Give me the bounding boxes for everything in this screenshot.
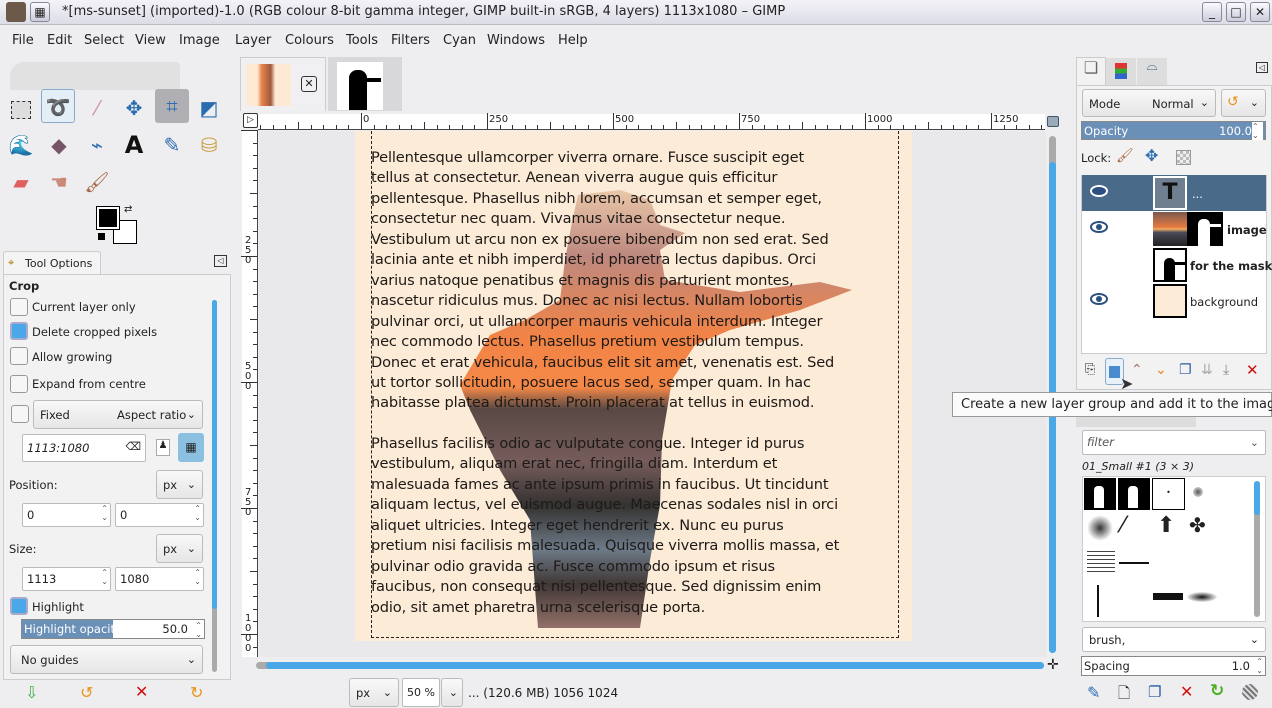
brush-item-selected[interactable]: • xyxy=(1152,478,1185,510)
text-line: aliquam lectus, vel euismod augue. Maece… xyxy=(371,496,839,514)
tab-layers[interactable]: ❏ xyxy=(1076,57,1106,85)
layer-mask-thumbnail xyxy=(1187,212,1223,246)
zoom-input[interactable]: 50 % xyxy=(402,678,440,707)
zoom-dropdown[interactable]: ⌄ xyxy=(441,678,463,707)
brush-item[interactable] xyxy=(1084,478,1116,510)
layer-group-icon xyxy=(1109,366,1120,378)
text-line: aliquet ultricies. Integer eget hendreri… xyxy=(371,516,784,534)
brush-item[interactable]: ⬆ xyxy=(1157,513,1175,538)
background-thumbnail xyxy=(1153,284,1187,318)
text-line: nec commodo lectus. Phasellus pretium ve… xyxy=(371,333,804,351)
lock-position-icon[interactable]: ✥ xyxy=(1145,146,1158,165)
text-line: Vestibulum ut arcu non ex posuere bibend… xyxy=(371,230,829,248)
channels-icon xyxy=(1115,63,1127,79)
text-line: habitasse platea dictumst. Proin placera… xyxy=(371,394,815,412)
text-line: pretium nisi facilisis malesuada. Quisqu… xyxy=(371,537,840,555)
brush-item[interactable] xyxy=(1087,515,1113,541)
lower-layer-icon[interactable]: ⌄ xyxy=(1155,362,1167,378)
text-line: lacinia ante et nibh imperdiet, id phare… xyxy=(371,251,817,269)
new-layer-icon[interactable]: ⎘ xyxy=(1085,362,1095,377)
brush-item[interactable]: ✤ xyxy=(1189,513,1206,537)
refresh-brushes-icon[interactable]: ↻ xyxy=(1210,681,1224,701)
for-the-mask-thumbnail xyxy=(1153,248,1187,282)
text-layer-paragraph-1: Pellentesque ullamcorper viverra ornare.… xyxy=(371,148,834,414)
text-line: pulvinar orci, ut ullamcorper mauris veh… xyxy=(371,312,823,330)
navigation-cross-icon[interactable]: ✛ xyxy=(1047,657,1059,673)
status-info: ... (120.6 MB) 1056 1024 xyxy=(468,686,619,700)
layer-mode-dropdown[interactable]: Mode Normal ⌄ xyxy=(1082,89,1216,117)
merge-down-icon[interactable]: ⤓ xyxy=(1223,362,1229,378)
text-line: malesuada fames ac ante ipsum primis in … xyxy=(371,475,829,493)
text-line: pellentesque. Phasellus nibh lorem, accu… xyxy=(371,189,822,207)
horizontal-scrollbar[interactable] xyxy=(256,662,1044,669)
text-line: ut tortor sollicitudin, posuere lacus se… xyxy=(371,373,811,391)
text-line: Donec et erat vehicula, faucibus elit si… xyxy=(371,353,835,371)
text-line: pulvinar odio gravida ac. Fusce commodo … xyxy=(371,557,775,575)
delete-brush-icon[interactable]: ✕ xyxy=(1180,682,1193,701)
text-line: odio, sit amet pharetra urna scelerisque… xyxy=(371,598,706,616)
text-line: Pellentesque ullamcorper viverra ornare.… xyxy=(371,149,805,166)
text-line: faucibus, non consequat nisi pellentesqu… xyxy=(371,578,822,596)
text-line: tellus at consectetur. Aenean viverra au… xyxy=(371,169,778,187)
text-layer-paragraph-2: Phasellus facilisis odio ac vulputate co… xyxy=(371,434,839,618)
delete-layer-icon[interactable]: ✕ xyxy=(1246,361,1259,379)
text-line: vestibulum, aliquam erat nec, fringilla … xyxy=(371,455,778,473)
brush-item[interactable] xyxy=(1097,585,1099,617)
layer-row-image[interactable]: image xyxy=(1082,211,1267,247)
brush-filter-input[interactable]: filter ⌄ xyxy=(1082,430,1266,455)
edit-brush-icon[interactable]: ✎ xyxy=(1087,683,1100,702)
brush-spacing-slider[interactable]: Spacing 1.0 ⌃ ⌄ xyxy=(1081,656,1266,676)
duplicate-layer-icon[interactable]: ❐ xyxy=(1179,362,1192,378)
layer-opacity-slider[interactable]: Opacity 100.0 ⌃ ⌄ xyxy=(1081,121,1266,140)
duplicate-brush-icon[interactable]: ❐ xyxy=(1148,683,1161,701)
unit-dropdown[interactable]: px ⌄ xyxy=(349,678,399,707)
visibility-eye-icon[interactable] xyxy=(1090,293,1108,305)
anchor-layer-icon[interactable]: ⇊ xyxy=(1201,362,1213,378)
text-layer-thumbnail: T xyxy=(1153,176,1187,210)
image-layer-thumbnail xyxy=(1153,212,1187,246)
lock-pixels-icon[interactable]: 🖌 xyxy=(1116,148,1134,164)
brush-item[interactable] xyxy=(1187,592,1217,602)
layer-mode-reset-dropdown[interactable]: ↺ ⌄ xyxy=(1221,89,1266,117)
layer-name: background xyxy=(1190,295,1259,309)
text-line: nascetur ridiculus mus. Donec ac nisi le… xyxy=(371,292,803,310)
brush-item[interactable] xyxy=(1118,478,1150,510)
layer-row-background[interactable]: background xyxy=(1082,283,1266,319)
text-line: Phasellus facilisis odio ac vulputate co… xyxy=(371,435,805,452)
brush-item[interactable] xyxy=(1087,551,1115,573)
layer-name: ... xyxy=(1192,187,1203,201)
open-brush-as-image-icon[interactable] xyxy=(1242,684,1258,700)
brush-item[interactable] xyxy=(1153,593,1183,600)
visibility-eye-icon[interactable] xyxy=(1090,221,1108,233)
current-brush-name: 01_Small #1 (3 × 3) xyxy=(1082,460,1195,473)
text-line: varius natoque penatibus et magnis dis p… xyxy=(371,271,794,289)
visibility-eye-icon[interactable] xyxy=(1090,185,1108,197)
raise-layer-icon[interactable]: ⌃ xyxy=(1131,362,1143,378)
brush-item[interactable] xyxy=(1119,562,1149,564)
brush-grid-scrollbar[interactable] xyxy=(1254,481,1260,617)
layer-name: image xyxy=(1227,223,1267,237)
layer-row-text[interactable]: T ... xyxy=(1082,175,1266,211)
brush-tag-dropdown[interactable]: brush, ⌄ xyxy=(1082,627,1266,652)
lock-label: Lock: xyxy=(1081,151,1112,165)
new-brush-icon[interactable]: 🗋 xyxy=(1118,683,1130,708)
brush-item[interactable] xyxy=(1193,487,1203,497)
text-line: consectetur nec quam. Vivamus vitae cons… xyxy=(371,210,786,228)
brush-item[interactable]: ⁄ xyxy=(1121,513,1125,538)
tab-paths[interactable]: ⌓ xyxy=(1137,58,1167,85)
tooltip: Create a new layer group and add it to t… xyxy=(952,392,1272,417)
tab-channels[interactable] xyxy=(1106,58,1136,85)
dock-menu-button[interactable]: ◁ xyxy=(1256,62,1268,73)
brush-grid[interactable]: • ⁄ ⬆ ✤ xyxy=(1082,476,1266,622)
layer-name: for the mask xyxy=(1190,259,1272,273)
layer-row-mask[interactable]: for the mask xyxy=(1082,247,1272,283)
brushes-tab-row xyxy=(1076,417,1196,427)
lock-alpha-icon[interactable] xyxy=(1176,150,1191,165)
reset-icon: ↺ xyxy=(1227,94,1239,110)
